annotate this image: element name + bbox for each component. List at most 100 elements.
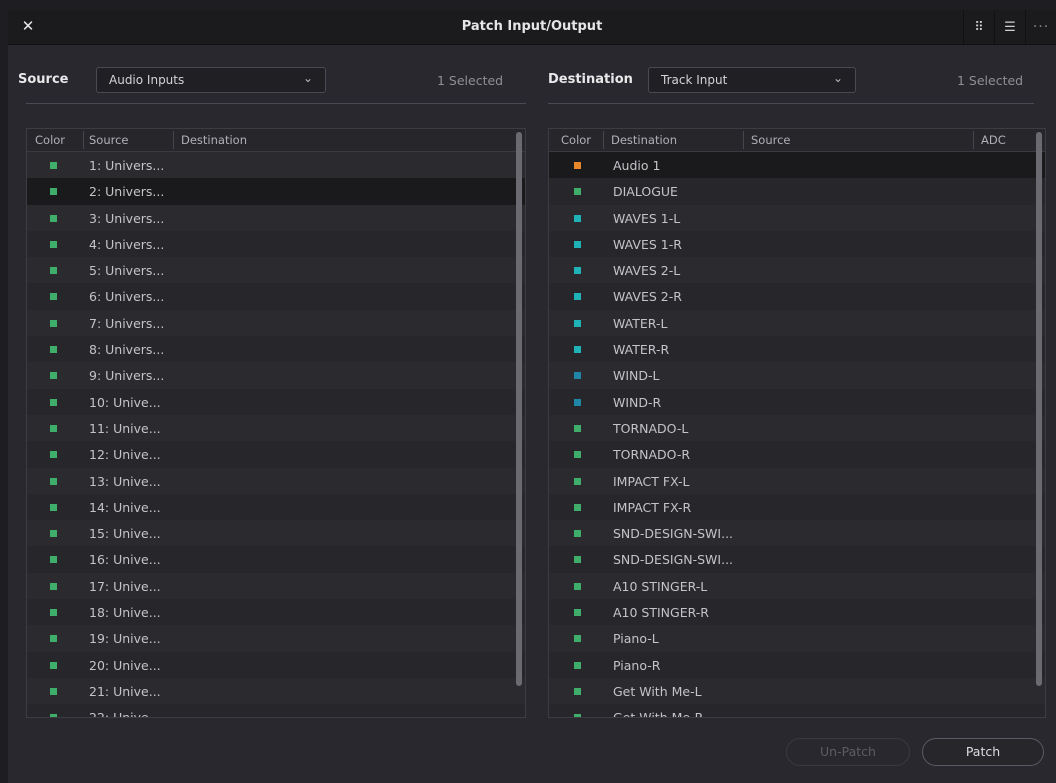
list-row[interactable]: 19: Unive... [27, 625, 525, 652]
row-name: WATER-R [613, 342, 670, 358]
list-row[interactable]: 11: Unive... [27, 414, 525, 442]
column-destination[interactable]: Destination [181, 133, 247, 147]
column-source[interactable]: Source [89, 133, 129, 147]
list-row[interactable]: WIND-R [549, 388, 1045, 415]
list-row[interactable]: A10 STINGER-R [549, 599, 1045, 626]
unpatch-button[interactable]: Un-Patch [786, 738, 910, 766]
list-row[interactable]: 2: Univers... [27, 178, 525, 205]
list-row[interactable]: WIND-L [549, 362, 1045, 389]
destination-column-headers: Color Destination Source ADC [549, 129, 1045, 152]
row-name: Audio 1 [613, 158, 661, 173]
row-name: IMPACT FX-L [613, 473, 690, 489]
row-name: WIND-R [613, 394, 662, 410]
color-swatch [574, 188, 581, 196]
list-row[interactable]: 15: Unive... [27, 520, 525, 547]
list-row[interactable]: Get With Me-L [549, 677, 1045, 705]
column-color[interactable]: Color [561, 133, 591, 147]
list-row[interactable]: 10: Unive... [27, 388, 525, 415]
list-row[interactable]: 18: Unive... [27, 599, 525, 626]
list-row[interactable]: WATER-R [549, 336, 1045, 363]
list-row[interactable]: 16: Unive... [27, 546, 525, 573]
color-swatch [574, 372, 581, 380]
list-row[interactable]: IMPACT FX-R [549, 493, 1045, 521]
list-row[interactable]: Piano-R [549, 651, 1045, 678]
list-row[interactable]: 9: Univers... [27, 362, 525, 389]
list-row[interactable]: 8: Univers... [27, 336, 525, 363]
list-row[interactable]: 21: Unive... [27, 677, 525, 705]
row-name: 12: Unive... [89, 447, 161, 463]
list-row[interactable]: TORNADO-R [549, 441, 1045, 468]
row-name: 7: Univers... [89, 315, 165, 331]
list-row[interactable]: 3: Univers... [27, 204, 525, 231]
destination-type-dropdown[interactable]: Track Input ⌄ [648, 67, 856, 93]
title-bar: ✕ Patch Input/Output ⠿ ☰ ··· [8, 10, 1056, 45]
column-separator [83, 131, 84, 149]
row-name: WIND-L [613, 368, 660, 384]
list-row[interactable]: Get With Me-R [549, 704, 1045, 717]
destination-scrollbar[interactable] [1036, 132, 1042, 686]
list-row[interactable]: WAVES 1-L [549, 204, 1045, 231]
list-row[interactable]: WAVES 1-R [549, 230, 1045, 258]
list-row[interactable]: 14: Unive... [27, 493, 525, 521]
list-row[interactable]: Piano-L [549, 625, 1045, 652]
color-swatch [574, 346, 581, 354]
chevron-down-icon: ⌄ [302, 71, 313, 85]
color-swatch [50, 319, 57, 327]
column-color[interactable]: Color [35, 133, 65, 147]
list-view-icon[interactable]: ☰ [994, 10, 1025, 44]
row-name: 11: Unive... [89, 420, 161, 436]
list-row[interactable]: 5: Univers... [27, 257, 525, 284]
list-row[interactable]: Audio 1 [549, 152, 1045, 179]
list-row[interactable]: 1: Univers... [27, 152, 525, 179]
list-row[interactable]: 7: Univers... [27, 309, 525, 337]
column-source[interactable]: Source [751, 133, 791, 147]
row-name: TORNADO-R [613, 447, 691, 463]
color-swatch [50, 714, 57, 717]
list-row[interactable]: WATER-L [549, 309, 1045, 337]
grid-view-icon[interactable]: ⠿ [963, 10, 994, 44]
list-row[interactable]: 13: Unive... [27, 467, 525, 494]
color-swatch [50, 556, 57, 564]
list-row[interactable]: SND-DESIGN-SWI... [549, 520, 1045, 547]
list-row[interactable]: 12: Unive... [27, 441, 525, 468]
color-swatch [50, 661, 57, 669]
color-swatch [574, 451, 581, 459]
destination-list-panel: Color Destination Source ADC Audio 1 DIAL… [548, 128, 1046, 718]
more-options-icon[interactable]: ··· [1025, 10, 1056, 44]
row-name: 8: Univers... [89, 342, 165, 358]
source-scrollbar[interactable] [516, 132, 522, 686]
color-swatch [574, 582, 581, 590]
destination-selected-count: 1 Selected [957, 73, 1024, 88]
list-row[interactable]: SND-DESIGN-SWI... [549, 546, 1045, 573]
patch-io-window: ✕ Patch Input/Output ⠿ ☰ ··· Source Audi… [8, 10, 1056, 783]
color-swatch [50, 609, 57, 617]
column-separator [173, 131, 174, 149]
list-row[interactable]: TORNADO-L [549, 414, 1045, 442]
patch-button[interactable]: Patch [922, 738, 1044, 766]
destination-type-value: Track Input [661, 73, 728, 87]
row-name: 10: Unive... [89, 394, 161, 410]
list-row[interactable]: 4: Univers... [27, 230, 525, 258]
color-swatch [50, 687, 57, 695]
list-row[interactable]: 20: Unive... [27, 651, 525, 678]
row-name: 15: Unive... [89, 526, 161, 542]
color-swatch [50, 635, 57, 643]
list-row[interactable]: 17: Unive... [27, 572, 525, 600]
view-toolbar: ⠿ ☰ ··· [963, 10, 1056, 44]
color-swatch [574, 319, 581, 327]
column-adc[interactable]: ADC [981, 133, 1006, 147]
list-row[interactable]: DIALOGUE [549, 178, 1045, 205]
list-row[interactable]: A10 STINGER-L [549, 572, 1045, 600]
color-swatch [574, 661, 581, 669]
list-row[interactable]: WAVES 2-L [549, 257, 1045, 284]
row-name: IMPACT FX-R [613, 499, 692, 515]
column-destination[interactable]: Destination [611, 133, 677, 147]
source-type-dropdown[interactable]: Audio Inputs ⌄ [96, 67, 326, 93]
column-separator [743, 131, 744, 149]
list-row[interactable]: 6: Univers... [27, 283, 525, 310]
list-row[interactable]: IMPACT FX-L [549, 467, 1045, 494]
list-row[interactable]: WAVES 2-R [549, 283, 1045, 310]
list-row[interactable]: 22: Unive... [27, 704, 525, 717]
row-name: 3: Univers... [89, 210, 165, 226]
row-name: Piano-R [613, 657, 661, 673]
